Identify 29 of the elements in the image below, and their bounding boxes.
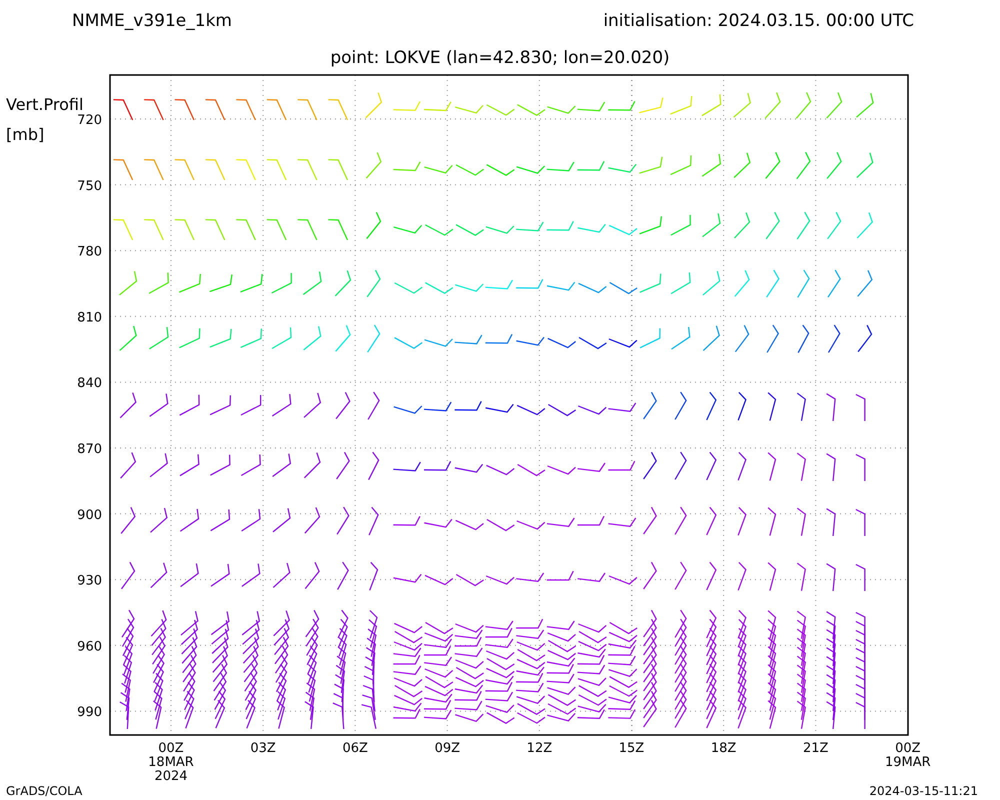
axis-unit: [mb] (6, 125, 44, 144)
tick-label: 840 (77, 376, 102, 392)
tick-label: 810 (77, 310, 102, 326)
tick-label: 06Z (342, 741, 368, 756)
tick-label: 960 (77, 639, 102, 654)
date-label: 18MAR (148, 755, 194, 770)
tick-label: 15Z (618, 741, 644, 756)
tick-label: 750 (77, 178, 102, 194)
software-credit: GrADS/COLA (6, 784, 82, 798)
tick-label: 00Z (895, 741, 921, 756)
model-title: NMME_v391e_1km (72, 11, 232, 31)
date-label: 2024 (154, 769, 188, 784)
date-label: 19MAR (884, 755, 931, 770)
render-timestamp: 2024-03-15-11:21 (869, 784, 978, 798)
tick-label: 930 (77, 574, 102, 589)
tick-label: 21Z (802, 741, 828, 756)
tick-label: 03Z (250, 741, 276, 756)
tick-label: 900 (77, 508, 102, 523)
initialisation-time: initialisation: 2024.03.15. 00:00 UTC (603, 11, 914, 31)
tick-label: 09Z (434, 741, 460, 756)
tick-label: 870 (77, 442, 102, 457)
tick-label: 720 (77, 113, 102, 128)
tick-label: 12Z (526, 741, 552, 756)
tick-label: 18Z (710, 741, 736, 756)
chart-title: point: LOKVE (lan=42.830; lon=20.020) (330, 48, 670, 68)
tick-label: 00Z (158, 741, 184, 756)
tick-label: 780 (77, 244, 102, 260)
axis-label: Vert.Profil (6, 95, 84, 114)
tick-label: 990 (77, 705, 102, 720)
